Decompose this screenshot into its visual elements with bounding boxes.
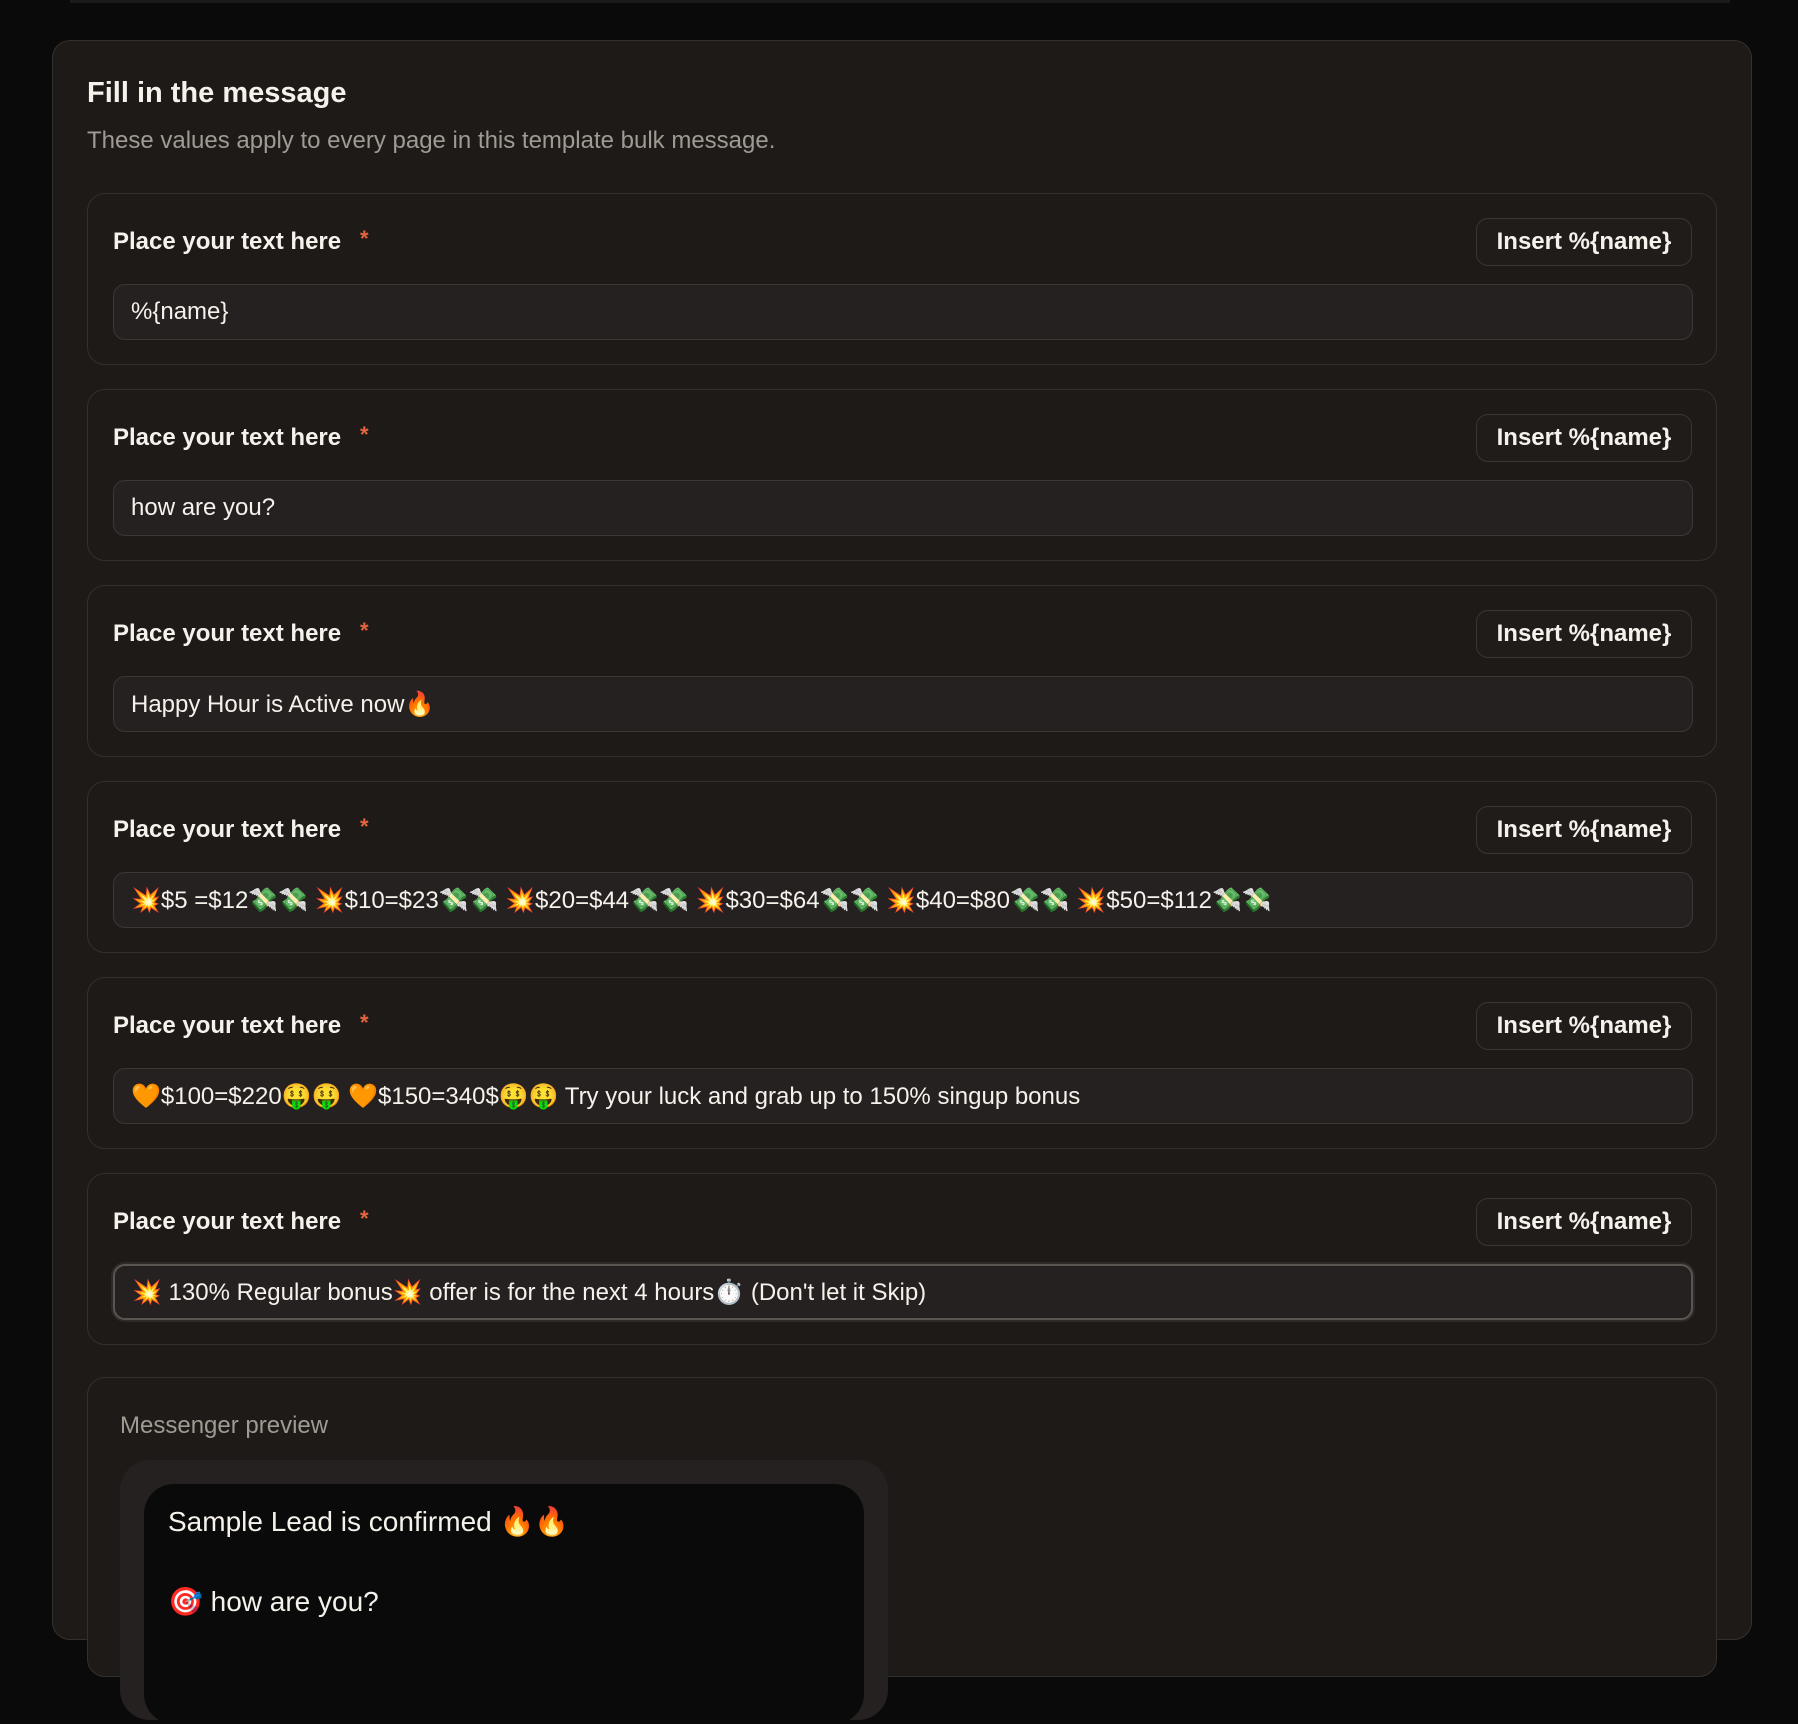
insert-name-button[interactable]: Insert %{name} (1476, 610, 1692, 658)
text-input-2[interactable] (113, 480, 1693, 536)
text-field-4: Place your text here * Insert %{name} (87, 781, 1717, 953)
fill-message-card: Fill in the message These values apply t… (52, 40, 1752, 1724)
insert-name-button[interactable]: Insert %{name} (1476, 1198, 1692, 1246)
field-label: Place your text here (113, 1012, 342, 1039)
text-input-5[interactable] (113, 1068, 1693, 1124)
phone-frame: Sample Lead is confirmed 🔥🔥 🎯 how are yo… (120, 1460, 888, 1724)
field-label: Place your text here (113, 1208, 342, 1235)
text-input-6[interactable] (113, 1264, 1693, 1320)
preview-line-1: Sample Lead is confirmed 🔥🔥 (168, 1506, 570, 1537)
text-input-4[interactable] (113, 872, 1693, 928)
text-field-3: Place your text here * Insert %{name} (87, 585, 1717, 757)
insert-name-button[interactable]: Insert %{name} (1476, 806, 1692, 854)
preview-line-3: 🎯 how are you? (168, 1586, 379, 1617)
field-label: Place your text here (113, 816, 342, 843)
required-asterisk: * (360, 618, 369, 643)
text-field-6: Place your text here * Insert %{name} (87, 1173, 1717, 1345)
required-asterisk: * (360, 814, 369, 839)
text-field-1: Place your text here * Insert %{name} (87, 193, 1717, 365)
messenger-preview: Messenger preview Sample Lead is confirm… (87, 1377, 1717, 1724)
required-asterisk: * (360, 422, 369, 447)
required-asterisk: * (360, 1010, 369, 1035)
top-divider (70, 0, 1730, 3)
required-asterisk: * (360, 1206, 369, 1231)
card-subtitle: These values apply to every page in this… (87, 127, 776, 154)
text-input-3[interactable] (113, 676, 1693, 732)
text-field-2: Place your text here * Insert %{name} (87, 389, 1717, 561)
message-bubble: Sample Lead is confirmed 🔥🔥 🎯 how are yo… (144, 1484, 864, 1724)
text-input-1[interactable] (113, 284, 1693, 340)
preview-label: Messenger preview (120, 1412, 329, 1439)
insert-name-button[interactable]: Insert %{name} (1476, 1002, 1692, 1050)
insert-name-button[interactable]: Insert %{name} (1476, 414, 1692, 462)
field-label: Place your text here (113, 620, 342, 647)
text-field-5: Place your text here * Insert %{name} (87, 977, 1717, 1149)
field-label: Place your text here (113, 424, 342, 451)
insert-name-button[interactable]: Insert %{name} (1476, 218, 1692, 266)
card-title: Fill in the message (87, 77, 347, 109)
preview-line-2 (168, 1542, 840, 1582)
required-asterisk: * (360, 226, 369, 251)
field-label: Place your text here (113, 228, 342, 255)
